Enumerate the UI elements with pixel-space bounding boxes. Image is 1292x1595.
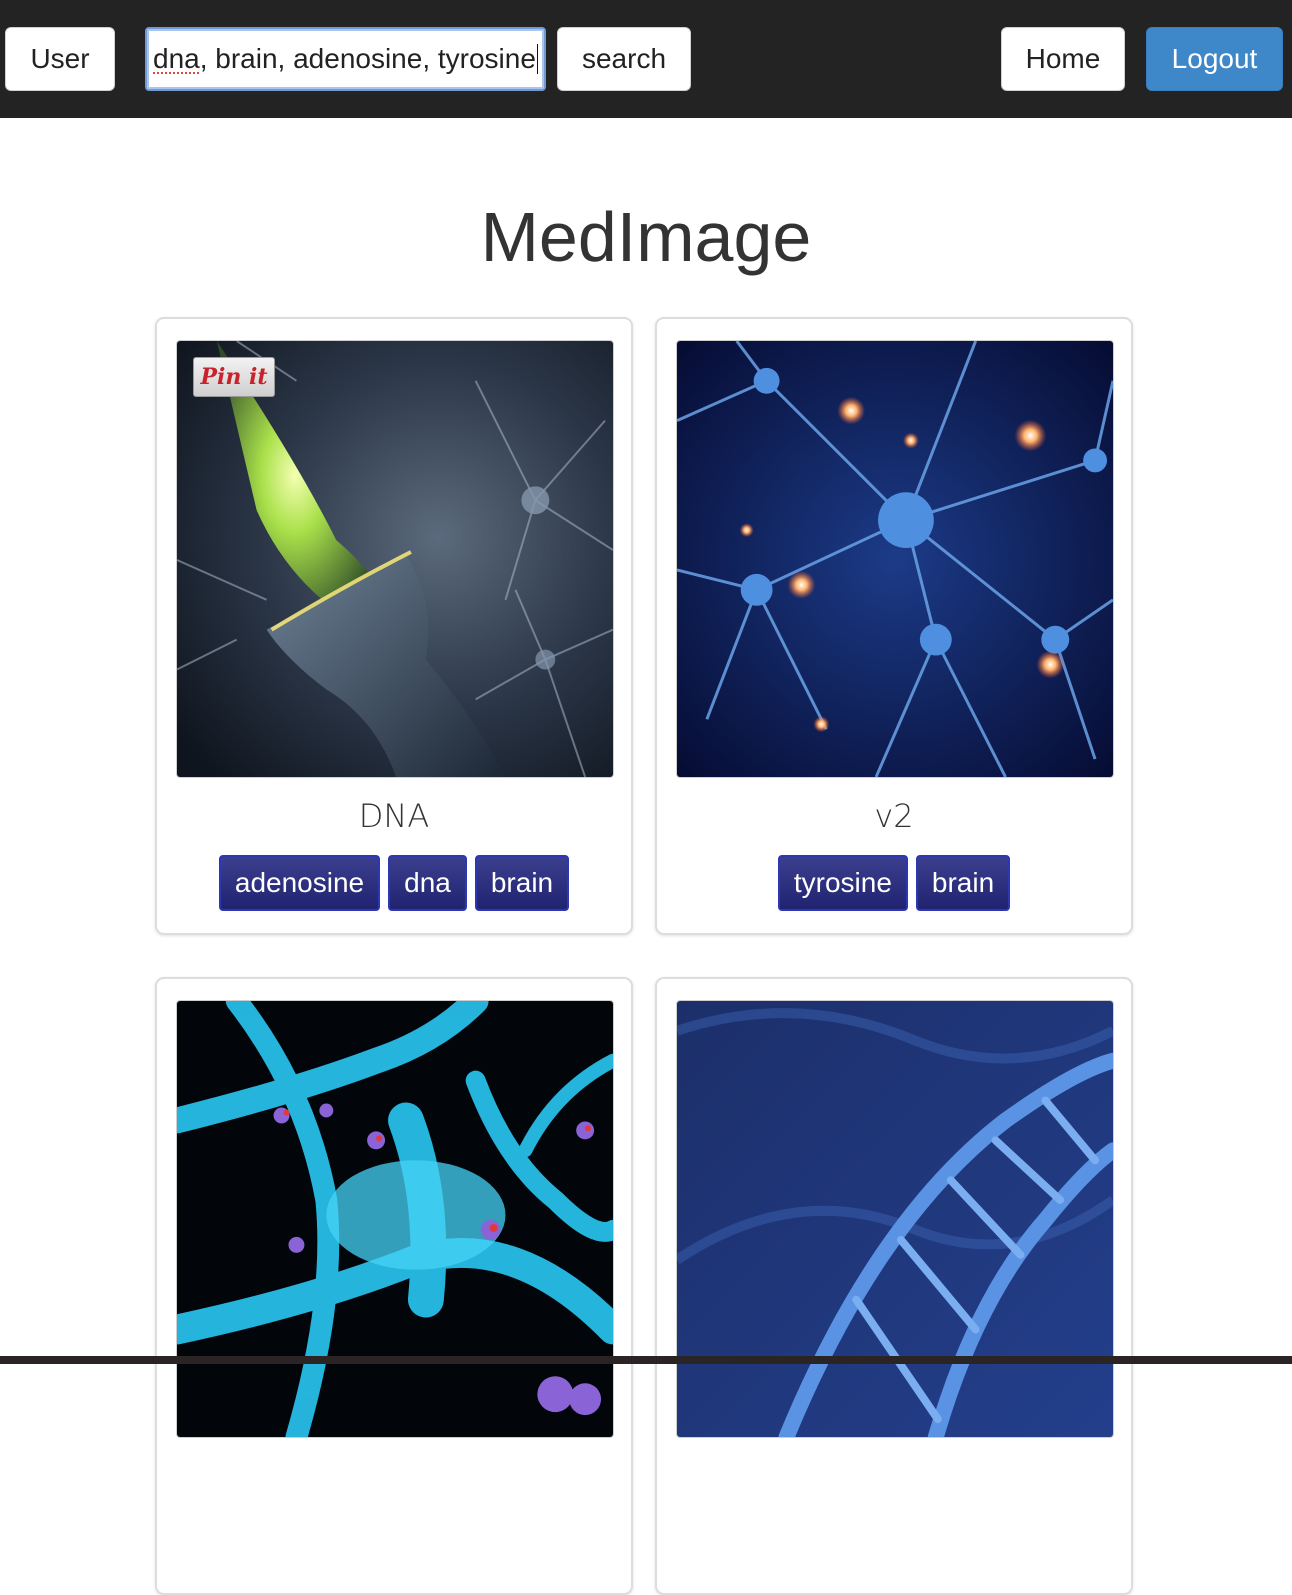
tag-dna[interactable]: dna — [388, 855, 467, 911]
search-input-misspelled-word: dna — [153, 43, 200, 74]
logout-button[interactable]: Logout — [1146, 27, 1283, 91]
image-card: v2 tyrosine brain — [655, 317, 1133, 935]
image-card — [155, 977, 633, 1595]
image-card: Pin it DNA adenosine dna brain — [155, 317, 633, 935]
neuron-network-image[interactable] — [676, 340, 1114, 778]
search-button[interactable]: search — [557, 27, 691, 91]
dna-helix-image[interactable] — [676, 1000, 1114, 1438]
tag-list: tyrosine brain — [657, 855, 1131, 911]
cyan-synapse-image[interactable] — [176, 1000, 614, 1438]
pin-it-button[interactable]: Pin it — [193, 357, 275, 397]
tag-brain[interactable]: brain — [915, 855, 1011, 911]
user-button[interactable]: User — [5, 27, 115, 91]
image-card — [655, 977, 1133, 1595]
page-title: MedImage — [480, 198, 812, 276]
synapse-glow-image[interactable]: Pin it — [176, 340, 614, 778]
tag-brain[interactable]: brain — [474, 855, 570, 911]
search-input[interactable]: dna, brain, adenosine, tyrosine — [145, 27, 546, 91]
window-bottom-edge — [0, 1356, 1292, 1364]
card-title: DNA — [358, 797, 430, 835]
card-title: v2 — [874, 797, 914, 835]
tag-tyrosine[interactable]: tyrosine — [777, 855, 908, 911]
text-cursor — [536, 44, 538, 74]
tag-adenosine[interactable]: adenosine — [218, 855, 381, 911]
search-input-text: , brain, adenosine, tyrosine — [199, 43, 536, 74]
tag-list: adenosine dna brain — [157, 855, 631, 911]
navbar: User dna, brain, adenosine, tyrosine sea… — [0, 0, 1292, 118]
home-button[interactable]: Home — [1001, 27, 1125, 91]
